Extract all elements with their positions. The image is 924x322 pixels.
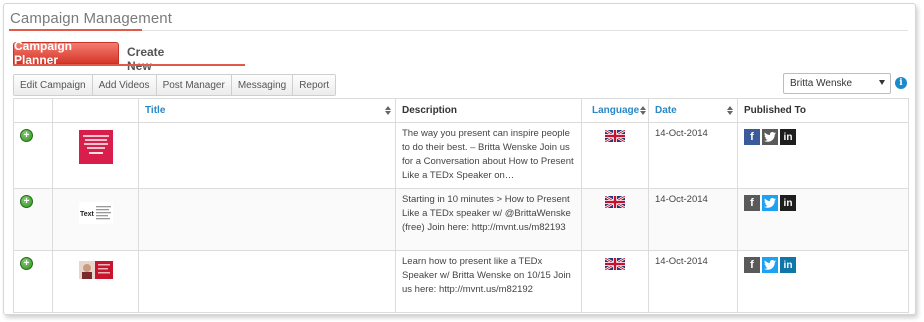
account-select[interactable]: Britta Wenske bbox=[783, 73, 891, 94]
title-cell bbox=[138, 250, 396, 313]
video-thumbnail-image[interactable] bbox=[78, 261, 113, 279]
linkedin-icon[interactable]: in bbox=[780, 257, 796, 273]
date-cell: 14-Oct-2014 bbox=[648, 188, 738, 251]
info-icon[interactable]: i bbox=[895, 77, 907, 89]
report-button[interactable]: Report bbox=[293, 75, 336, 95]
title-cell bbox=[138, 122, 396, 189]
uk-flag-icon bbox=[605, 130, 625, 142]
video-thumbnail-image[interactable]: Text bbox=[78, 202, 113, 224]
edit-campaign-button[interactable]: Edit Campaign bbox=[14, 75, 93, 95]
sort-icon[interactable] bbox=[640, 106, 646, 116]
page-title: Campaign Management bbox=[10, 10, 172, 27]
column-header-add bbox=[13, 98, 53, 123]
column-header-date-label: Date bbox=[655, 105, 677, 116]
linkedin-icon[interactable]: in bbox=[780, 129, 796, 145]
thumbnail-cell: Text bbox=[52, 188, 139, 251]
column-header-published-to: Published To bbox=[737, 98, 909, 123]
thumbnail-text: Text bbox=[80, 211, 95, 218]
campaign-table: Title Description Language Date Publishe… bbox=[13, 98, 909, 313]
add-circle-icon[interactable]: + bbox=[20, 195, 33, 208]
sort-icon[interactable] bbox=[385, 106, 391, 116]
column-header-title[interactable]: Title bbox=[138, 98, 396, 123]
column-header-title-label: Title bbox=[145, 105, 166, 116]
campaign-toolbar: Edit Campaign Add Videos Post Manager Me… bbox=[13, 74, 337, 96]
date-cell: 14-Oct-2014 bbox=[648, 250, 738, 313]
column-header-date[interactable]: Date bbox=[648, 98, 738, 123]
tab-campaign-planner[interactable]: Campaign Planner bbox=[13, 39, 119, 67]
add-cell: + bbox=[13, 250, 53, 313]
table-row[interactable]: + Learn how to present like a TEDx Speak… bbox=[13, 250, 909, 313]
messaging-button[interactable]: Messaging bbox=[231, 75, 294, 95]
video-thumbnail-image[interactable] bbox=[78, 130, 113, 164]
language-cell bbox=[581, 122, 649, 189]
linkedin-icon[interactable]: in bbox=[780, 195, 796, 211]
account-select-value: Britta Wenske bbox=[790, 78, 853, 89]
facebook-icon[interactable]: f bbox=[744, 257, 760, 273]
language-cell bbox=[581, 250, 649, 313]
uk-flag-icon bbox=[605, 196, 625, 208]
twitter-icon[interactable] bbox=[762, 195, 778, 211]
published-to-cell: f in bbox=[737, 250, 909, 313]
table-row[interactable]: + Text Starting in 10 minutes > How to P… bbox=[13, 188, 909, 251]
facebook-icon[interactable]: f bbox=[744, 129, 760, 145]
chevron-down-icon bbox=[879, 80, 885, 85]
column-header-language[interactable]: Language bbox=[581, 98, 649, 123]
facebook-icon[interactable]: f bbox=[744, 195, 760, 211]
add-circle-icon[interactable]: + bbox=[20, 129, 33, 142]
twitter-icon[interactable] bbox=[762, 129, 778, 145]
thumbnail-cell bbox=[52, 122, 139, 189]
published-to-cell: f in bbox=[737, 188, 909, 251]
table-row[interactable]: + The way you present can inspire people… bbox=[13, 122, 909, 189]
title-cell bbox=[138, 188, 396, 251]
add-videos-button[interactable]: Add Videos bbox=[92, 75, 157, 95]
description-cell: Learn how to present like a TEDx Speaker… bbox=[395, 250, 582, 313]
thumbnail-cell bbox=[52, 250, 139, 313]
twitter-icon[interactable] bbox=[762, 257, 778, 273]
tab-underline bbox=[13, 64, 245, 66]
title-accent-bar bbox=[9, 29, 142, 31]
description-cell: Starting in 10 minutes > How to Present … bbox=[395, 188, 582, 251]
column-header-description-label: Description bbox=[402, 105, 458, 116]
add-circle-icon[interactable]: + bbox=[20, 257, 33, 270]
column-header-description: Description bbox=[395, 98, 582, 123]
column-header-language-label: Language bbox=[592, 105, 640, 116]
column-header-thumbnail bbox=[52, 98, 139, 123]
title-divider bbox=[9, 30, 908, 31]
description-cell: The way you present can inspire people t… bbox=[395, 122, 582, 189]
post-manager-button[interactable]: Post Manager bbox=[156, 75, 232, 95]
table-header-row: Title Description Language Date Publishe… bbox=[13, 98, 909, 123]
date-cell: 14-Oct-2014 bbox=[648, 122, 738, 189]
sort-icon[interactable] bbox=[727, 106, 733, 116]
add-cell: + bbox=[13, 122, 53, 189]
add-cell: + bbox=[13, 188, 53, 251]
uk-flag-icon bbox=[605, 258, 625, 270]
published-to-cell: f in bbox=[737, 122, 909, 189]
language-cell bbox=[581, 188, 649, 251]
